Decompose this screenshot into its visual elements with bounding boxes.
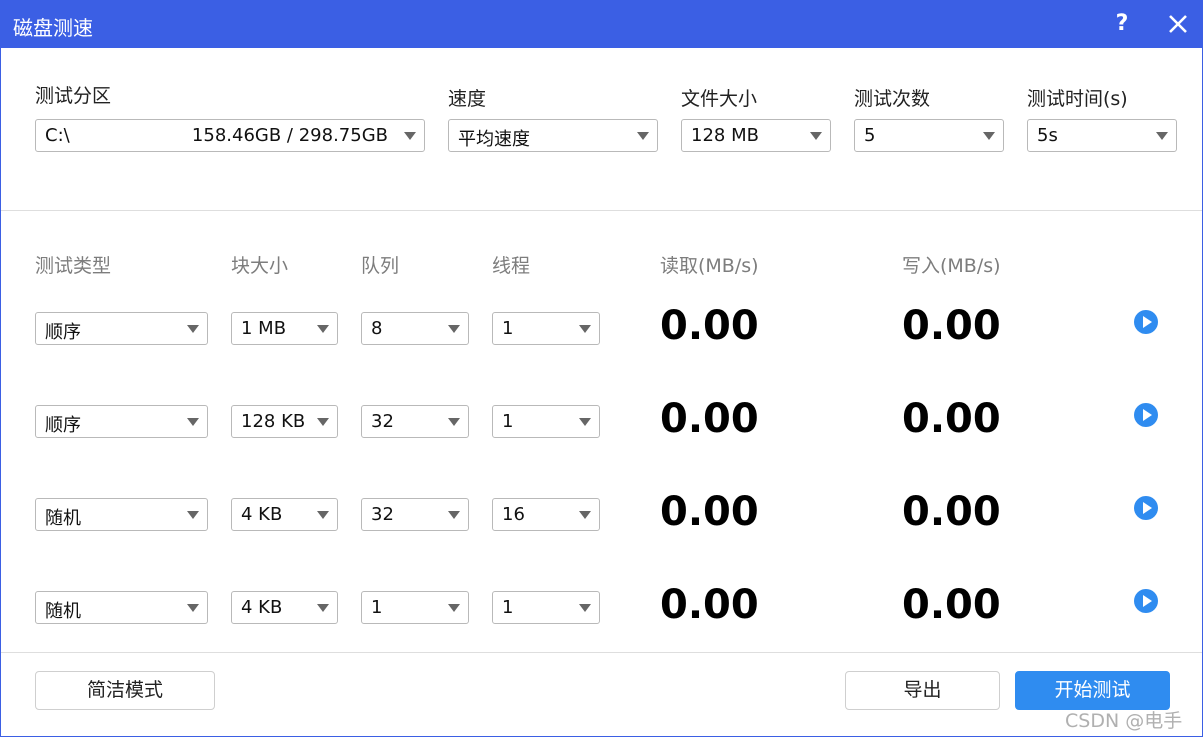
block-size-select[interactable]: 4 KB bbox=[231, 591, 338, 624]
dropdown-arrow-icon bbox=[1156, 132, 1168, 140]
write-speed-value: 0.00 bbox=[902, 396, 1001, 442]
queue-value: 8 bbox=[371, 318, 383, 339]
read-speed-value: 0.00 bbox=[660, 303, 759, 349]
partition-usage: 158.46GB / 298.75GB bbox=[191, 125, 388, 146]
play-icon[interactable] bbox=[1134, 403, 1158, 427]
test-time-select[interactable]: 5s bbox=[1027, 119, 1177, 152]
divider bbox=[1, 652, 1202, 653]
dropdown-arrow-icon bbox=[810, 132, 822, 140]
window-title: 磁盘测速 bbox=[13, 16, 93, 40]
header-block-size: 块大小 bbox=[231, 255, 289, 277]
dropdown-arrow-icon bbox=[579, 511, 591, 519]
disk-speed-dialog: 磁盘测速 ? 测试分区 C:\ 158.46GB / 298.75GB 速度 平… bbox=[0, 0, 1203, 737]
dropdown-arrow-icon bbox=[187, 511, 199, 519]
test-count-select[interactable]: 5 bbox=[854, 119, 1004, 152]
test-type-value: 随机 bbox=[45, 508, 81, 529]
file-size-value: 128 MB bbox=[691, 125, 759, 146]
dropdown-arrow-icon bbox=[579, 418, 591, 426]
dropdown-arrow-icon bbox=[187, 418, 199, 426]
speed-select[interactable]: 平均速度 bbox=[448, 119, 658, 152]
header-queue: 队列 bbox=[361, 255, 400, 277]
play-icon[interactable] bbox=[1134, 496, 1158, 520]
threads-select[interactable]: 1 bbox=[492, 312, 600, 345]
dropdown-arrow-icon bbox=[187, 604, 199, 612]
start-test-button[interactable]: 开始测试 bbox=[1015, 671, 1170, 710]
dropdown-arrow-icon bbox=[404, 132, 416, 140]
file-size-select[interactable]: 128 MB bbox=[681, 119, 831, 152]
header-read: 读取(MB/s) bbox=[660, 255, 759, 277]
test-type-select[interactable]: 随机 bbox=[35, 498, 208, 531]
queue-value: 32 bbox=[371, 504, 394, 525]
dropdown-arrow-icon bbox=[448, 418, 460, 426]
queue-select[interactable]: 1 bbox=[361, 591, 469, 624]
threads-select[interactable]: 1 bbox=[492, 591, 600, 624]
test-time-value: 5s bbox=[1037, 125, 1058, 146]
block-size-value: 4 KB bbox=[241, 504, 283, 525]
block-size-select[interactable]: 1 MB bbox=[231, 312, 338, 345]
dropdown-arrow-icon bbox=[448, 604, 460, 612]
divider bbox=[1, 210, 1202, 211]
threads-value: 16 bbox=[502, 504, 525, 525]
write-speed-value: 0.00 bbox=[902, 489, 1001, 535]
queue-select[interactable]: 8 bbox=[361, 312, 469, 345]
dropdown-arrow-icon bbox=[448, 511, 460, 519]
threads-select[interactable]: 1 bbox=[492, 405, 600, 438]
header-write: 写入(MB/s) bbox=[902, 255, 1001, 277]
file-size-label: 文件大小 bbox=[681, 88, 758, 110]
threads-value: 1 bbox=[502, 411, 514, 432]
close-icon[interactable] bbox=[1163, 7, 1193, 39]
speed-value: 平均速度 bbox=[458, 129, 530, 150]
queue-value: 1 bbox=[371, 597, 383, 618]
block-size-value: 4 KB bbox=[241, 597, 283, 618]
test-type-value: 顺序 bbox=[45, 322, 81, 343]
test-count-value: 5 bbox=[864, 125, 876, 146]
threads-value: 1 bbox=[502, 318, 514, 339]
header-test-type: 测试类型 bbox=[35, 255, 112, 277]
dropdown-arrow-icon bbox=[187, 325, 199, 333]
queue-select[interactable]: 32 bbox=[361, 498, 469, 531]
watermark: CSDN @电手 bbox=[1065, 710, 1183, 732]
queue-select[interactable]: 32 bbox=[361, 405, 469, 438]
partition-label: 测试分区 bbox=[35, 85, 112, 107]
test-type-select[interactable]: 顺序 bbox=[35, 405, 208, 438]
block-size-value: 128 KB bbox=[241, 411, 306, 432]
play-icon[interactable] bbox=[1134, 310, 1158, 334]
dropdown-arrow-icon bbox=[317, 418, 329, 426]
read-speed-value: 0.00 bbox=[660, 396, 759, 442]
test-type-select[interactable]: 随机 bbox=[35, 591, 208, 624]
block-size-select[interactable]: 4 KB bbox=[231, 498, 338, 531]
simple-mode-button[interactable]: 简洁模式 bbox=[35, 671, 215, 710]
dropdown-arrow-icon bbox=[983, 132, 995, 140]
speed-label: 速度 bbox=[448, 88, 487, 110]
threads-value: 1 bbox=[502, 597, 514, 618]
block-size-value: 1 MB bbox=[241, 318, 287, 339]
help-icon[interactable]: ? bbox=[1111, 11, 1133, 36]
queue-value: 32 bbox=[371, 411, 394, 432]
test-type-value: 随机 bbox=[45, 601, 81, 622]
write-speed-value: 0.00 bbox=[902, 303, 1001, 349]
write-speed-value: 0.00 bbox=[902, 582, 1001, 628]
test-time-label: 测试时间(s) bbox=[1027, 88, 1128, 110]
dropdown-arrow-icon bbox=[579, 325, 591, 333]
dropdown-arrow-icon bbox=[317, 325, 329, 333]
export-button[interactable]: 导出 bbox=[845, 671, 1000, 710]
read-speed-value: 0.00 bbox=[660, 489, 759, 535]
test-count-label: 测试次数 bbox=[854, 88, 931, 110]
dropdown-arrow-icon bbox=[317, 604, 329, 612]
dropdown-arrow-icon bbox=[448, 325, 460, 333]
dropdown-arrow-icon bbox=[317, 511, 329, 519]
dropdown-arrow-icon bbox=[637, 132, 649, 140]
partition-select[interactable]: C:\ 158.46GB / 298.75GB bbox=[35, 119, 425, 152]
dropdown-arrow-icon bbox=[579, 604, 591, 612]
test-type-select[interactable]: 顺序 bbox=[35, 312, 208, 345]
threads-select[interactable]: 16 bbox=[492, 498, 600, 531]
block-size-select[interactable]: 128 KB bbox=[231, 405, 338, 438]
header-threads: 线程 bbox=[492, 255, 531, 277]
test-type-value: 顺序 bbox=[45, 415, 81, 436]
read-speed-value: 0.00 bbox=[660, 582, 759, 628]
partition-drive: C:\ bbox=[45, 125, 70, 146]
title-bar: 磁盘测速 ? bbox=[1, 1, 1202, 48]
play-icon[interactable] bbox=[1134, 589, 1158, 613]
